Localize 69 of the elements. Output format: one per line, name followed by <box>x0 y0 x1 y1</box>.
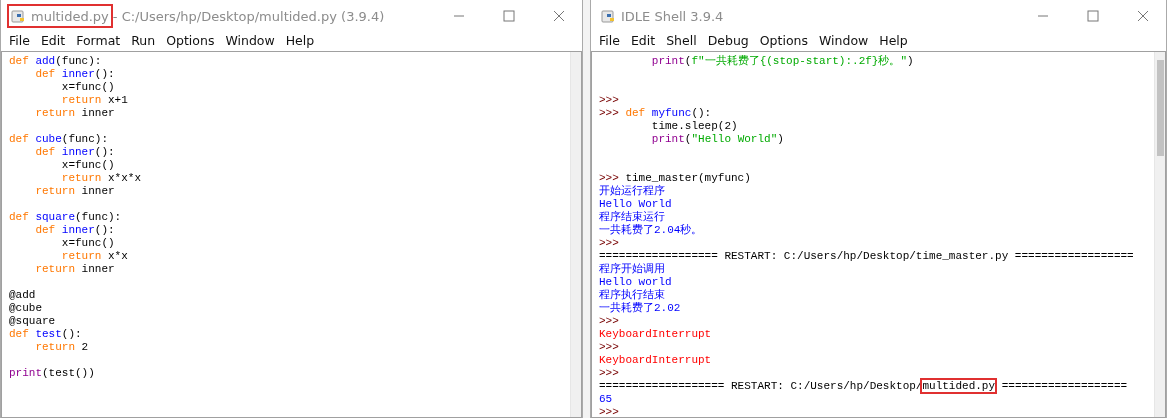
code-line: def square(func): <box>9 211 123 224</box>
scrollbar[interactable] <box>570 52 581 417</box>
code-line: print("Hello World") <box>650 133 785 146</box>
code-line: ================== RESTART: C:/Users/hp/Desktop/time_master.py ================== <box>599 250 1135 263</box>
code-line: 一共耗费了2.04秒。 <box>599 224 704 237</box>
code-line: 一共耗费了2.02 <box>599 302 682 315</box>
code-line: time.sleep(2) <box>650 120 739 133</box>
code-line: 程序执行结束 <box>599 289 666 302</box>
code-line: def inner(): <box>34 146 116 159</box>
code-line: >>> <box>599 341 620 354</box>
window-title: multided.py <box>7 4 113 28</box>
code-line: return x+1 <box>60 94 129 107</box>
menu-item[interactable]: Help <box>875 33 915 48</box>
code-line: 开始运行程序 <box>599 185 666 198</box>
code-line: >>> <box>599 367 620 380</box>
code-line: Hello world <box>599 276 673 289</box>
code-line: def test(): <box>9 328 83 341</box>
code-line: @cube <box>9 302 43 315</box>
code-line: print(test()) <box>9 367 96 380</box>
scrollbar-thumb[interactable] <box>1157 60 1164 156</box>
code-line: return x*x*x <box>60 172 143 185</box>
code-line: >>> <box>599 237 620 250</box>
code-line: >>> <box>599 94 620 107</box>
code-line: Hello World <box>599 198 673 211</box>
code-line: >>> def myfunc(): <box>599 107 713 120</box>
menu-item[interactable]: Edit <box>626 33 663 48</box>
menu-item[interactable]: Options <box>755 33 815 48</box>
code-line: >>> <box>599 406 620 417</box>
code-line: def cube(func): <box>9 133 110 146</box>
code-line: @square <box>9 315 57 328</box>
code-line: x=func() <box>60 159 116 172</box>
code-line: return 2 <box>34 341 90 354</box>
code-line: KeyboardInterrupt <box>599 328 713 341</box>
code-line: 程序结束运行 <box>599 211 666 224</box>
code-line: x=func() <box>60 237 116 250</box>
menu-item[interactable]: Window <box>221 33 282 48</box>
code-line: >>> time_master(myfunc) <box>599 172 752 185</box>
menu-item[interactable]: File <box>595 33 627 48</box>
restart-banner-text: =================== RESTART: C:/Users/hp/Desktop/ <box>599 380 923 392</box>
code-line: def inner(): <box>34 68 116 81</box>
restart-banner-text: =================== <box>1000 380 1128 392</box>
code-line: @add <box>9 289 37 302</box>
code-line: KeyboardInterrupt <box>599 354 713 367</box>
code-line: return inner <box>34 107 116 120</box>
menu-item[interactable]: Options <box>162 33 222 48</box>
menu-item[interactable]: Run <box>127 33 163 48</box>
code-line: 65 <box>599 393 614 406</box>
code-line: x=func() <box>60 81 116 94</box>
menu-item[interactable]: File <box>5 33 37 48</box>
window-title: IDLE Shell 3.9.4 <box>597 4 728 28</box>
window-path: - C:/Users/hp/Desktop/multided.py (3.9.4) <box>112 8 385 24</box>
code-line: return inner <box>34 185 116 198</box>
python-icon <box>11 8 27 24</box>
menu-item[interactable]: Edit <box>36 33 73 48</box>
code-line: def inner(): <box>34 224 116 237</box>
code-line: print(f"一共耗费了{(stop-start):.2f}秒。") <box>650 55 915 68</box>
menu-item[interactable]: Debug <box>703 33 756 48</box>
code-line: def add(func): <box>9 55 103 68</box>
python-icon <box>601 8 617 24</box>
highlighted-filename: multided.py <box>922 380 996 392</box>
code-line: return x*x <box>60 250 129 263</box>
code-line: 程序开始调用 <box>599 263 666 276</box>
code-line: >>> <box>599 315 620 328</box>
menu-item[interactable]: Window <box>815 33 876 48</box>
menu-item[interactable]: Help <box>281 33 322 48</box>
menu-item[interactable]: Shell <box>662 33 704 48</box>
menu-item[interactable]: Format <box>72 33 128 48</box>
scrollbar[interactable] <box>1154 52 1165 417</box>
code-line: return inner <box>34 263 116 276</box>
